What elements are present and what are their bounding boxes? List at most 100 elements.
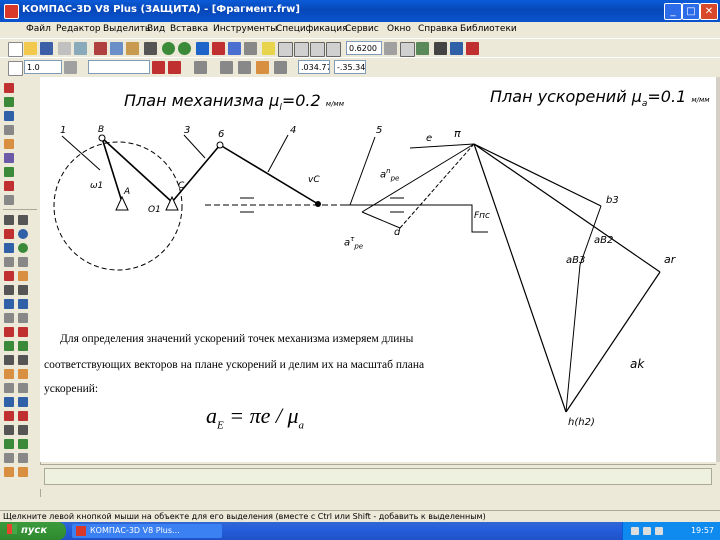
menu-specification[interactable]: Спецификация: [276, 24, 348, 34]
vertical-scrollbar[interactable]: [716, 77, 720, 462]
layers-icon[interactable]: [434, 42, 447, 55]
extend-tool-icon[interactable]: [18, 327, 28, 337]
explode-tool-icon[interactable]: [18, 383, 28, 393]
menu-insert[interactable]: Вставка: [170, 24, 208, 34]
variables-icon[interactable]: [228, 42, 241, 55]
eraser-icon[interactable]: [152, 61, 165, 74]
diameter-dim-icon[interactable]: [18, 411, 28, 421]
base-tool-icon[interactable]: [4, 453, 14, 463]
spline-tool-icon[interactable]: [4, 271, 14, 281]
section-tool-icon[interactable]: [18, 467, 28, 477]
collect-contour-icon[interactable]: [18, 313, 28, 323]
spec-panel-icon[interactable]: [4, 195, 14, 205]
leader-tool-icon[interactable]: [4, 439, 14, 449]
close-button[interactable]: ✕: [700, 3, 718, 20]
chamfer-tool-icon[interactable]: [4, 285, 14, 295]
angular-dim-icon[interactable]: [18, 397, 28, 407]
ortho-icon[interactable]: [238, 61, 251, 74]
display-icon[interactable]: [450, 42, 463, 55]
notation-panel-icon[interactable]: [4, 111, 14, 121]
ellipse-tool-icon[interactable]: [18, 243, 28, 253]
state-icon[interactable]: [8, 61, 23, 76]
snap-icon[interactable]: [256, 61, 269, 74]
kompas-app-icon[interactable]: [4, 4, 19, 19]
tree-icon[interactable]: [196, 42, 209, 55]
tray-network-icon[interactable]: [631, 527, 639, 535]
rotate-tool-icon[interactable]: [18, 341, 28, 351]
cursor-y-field[interactable]: -.35.34: [334, 60, 366, 74]
zoom-window-icon[interactable]: [262, 42, 275, 55]
circle-tool-icon[interactable]: [18, 229, 28, 239]
scale-tool-icon[interactable]: [4, 355, 14, 365]
style-dropdown-icon[interactable]: [64, 61, 77, 74]
drawing-canvas[interactable]: План механизма μl=0.2 м/мм План ускорени…: [40, 77, 720, 462]
undo-icon[interactable]: [162, 42, 175, 55]
equidistant-tool-icon[interactable]: [4, 313, 14, 323]
paste-icon[interactable]: [126, 42, 139, 55]
rectangle-tool-icon[interactable]: [4, 257, 14, 267]
pencil-icon[interactable]: [168, 61, 181, 74]
menu-service[interactable]: Сервис: [345, 24, 379, 34]
tolerance-tool-icon[interactable]: [18, 453, 28, 463]
grid-icon[interactable]: [194, 61, 207, 74]
redo-icon[interactable]: [178, 42, 191, 55]
radial-dim-icon[interactable]: [4, 411, 14, 421]
start-button[interactable]: пуск: [0, 522, 66, 540]
menu-tools[interactable]: Инструменты: [213, 24, 277, 34]
contour-tool-icon[interactable]: [18, 299, 28, 309]
view-field[interactable]: [88, 60, 150, 74]
new-document-icon[interactable]: [8, 42, 23, 57]
menu-editor[interactable]: Редактор: [56, 24, 101, 34]
edit-panel-icon[interactable]: [4, 125, 14, 135]
zoom-out-icon[interactable]: [294, 42, 309, 57]
dimensions-panel-icon[interactable]: [4, 97, 14, 107]
associative-view-icon[interactable]: [4, 181, 14, 191]
tray-volume-icon[interactable]: [643, 527, 651, 535]
taskbar-kompas-button[interactable]: КОМПАС-3D V8 Plus...: [72, 524, 222, 538]
point-tool-icon[interactable]: [4, 215, 14, 225]
move-tool-icon[interactable]: [4, 341, 14, 351]
linear-dim-icon[interactable]: [4, 397, 14, 407]
zoom-dropdown-icon[interactable]: [384, 42, 397, 55]
copy-icon[interactable]: [110, 42, 123, 55]
arc-tool-icon[interactable]: [4, 243, 14, 253]
refresh-icon[interactable]: [416, 42, 429, 55]
minimize-button[interactable]: _: [664, 3, 682, 20]
measure-panel-icon[interactable]: [4, 153, 14, 163]
menu-select[interactable]: Выделить: [103, 24, 150, 34]
polygon-tool-icon[interactable]: [18, 257, 28, 267]
roughness-tool-icon[interactable]: [18, 439, 28, 449]
trim-tool-icon[interactable]: [4, 327, 14, 337]
fillet-tool-icon[interactable]: [18, 285, 28, 295]
cursor-coords-icon[interactable]: [274, 61, 287, 74]
copy-tool-icon[interactable]: [4, 369, 14, 379]
menu-window[interactable]: Окно: [387, 24, 411, 34]
cursor-x-field[interactable]: .034.77: [298, 60, 330, 74]
menu-file[interactable]: Файл: [26, 24, 51, 34]
tray-language-icon[interactable]: [655, 527, 663, 535]
parametrization-panel-icon[interactable]: [4, 139, 14, 149]
geometry-panel-icon[interactable]: [4, 83, 14, 93]
break-tool-icon[interactable]: [4, 383, 14, 393]
deform-tool-icon[interactable]: [18, 369, 28, 379]
toolbar-options-icon[interactable]: [466, 42, 479, 55]
menu-help[interactable]: Справка: [418, 24, 458, 34]
hatch-tool-icon[interactable]: [4, 299, 14, 309]
zoom-dynamic-icon[interactable]: [326, 42, 341, 57]
zoom-field[interactable]: 0.6200: [346, 41, 382, 55]
zoom-scale-icon[interactable]: [310, 42, 325, 57]
properties-icon[interactable]: [144, 42, 157, 55]
select-panel-icon[interactable]: [4, 167, 14, 177]
menu-view[interactable]: Вид: [147, 24, 165, 34]
aux-line-tool-icon[interactable]: [18, 215, 28, 225]
open-folder-icon[interactable]: [24, 42, 37, 55]
arrow-tool-icon[interactable]: [4, 467, 14, 477]
segment-tool-icon[interactable]: [4, 229, 14, 239]
style-field[interactable]: 1.0: [24, 60, 62, 74]
polyline-tool-icon[interactable]: [18, 271, 28, 281]
maximize-button[interactable]: □: [682, 3, 700, 20]
library-manager-icon[interactable]: [212, 42, 225, 55]
pan-icon[interactable]: [400, 42, 415, 57]
zoom-in-icon[interactable]: [278, 42, 293, 57]
help-pointer-icon[interactable]: [244, 42, 257, 55]
